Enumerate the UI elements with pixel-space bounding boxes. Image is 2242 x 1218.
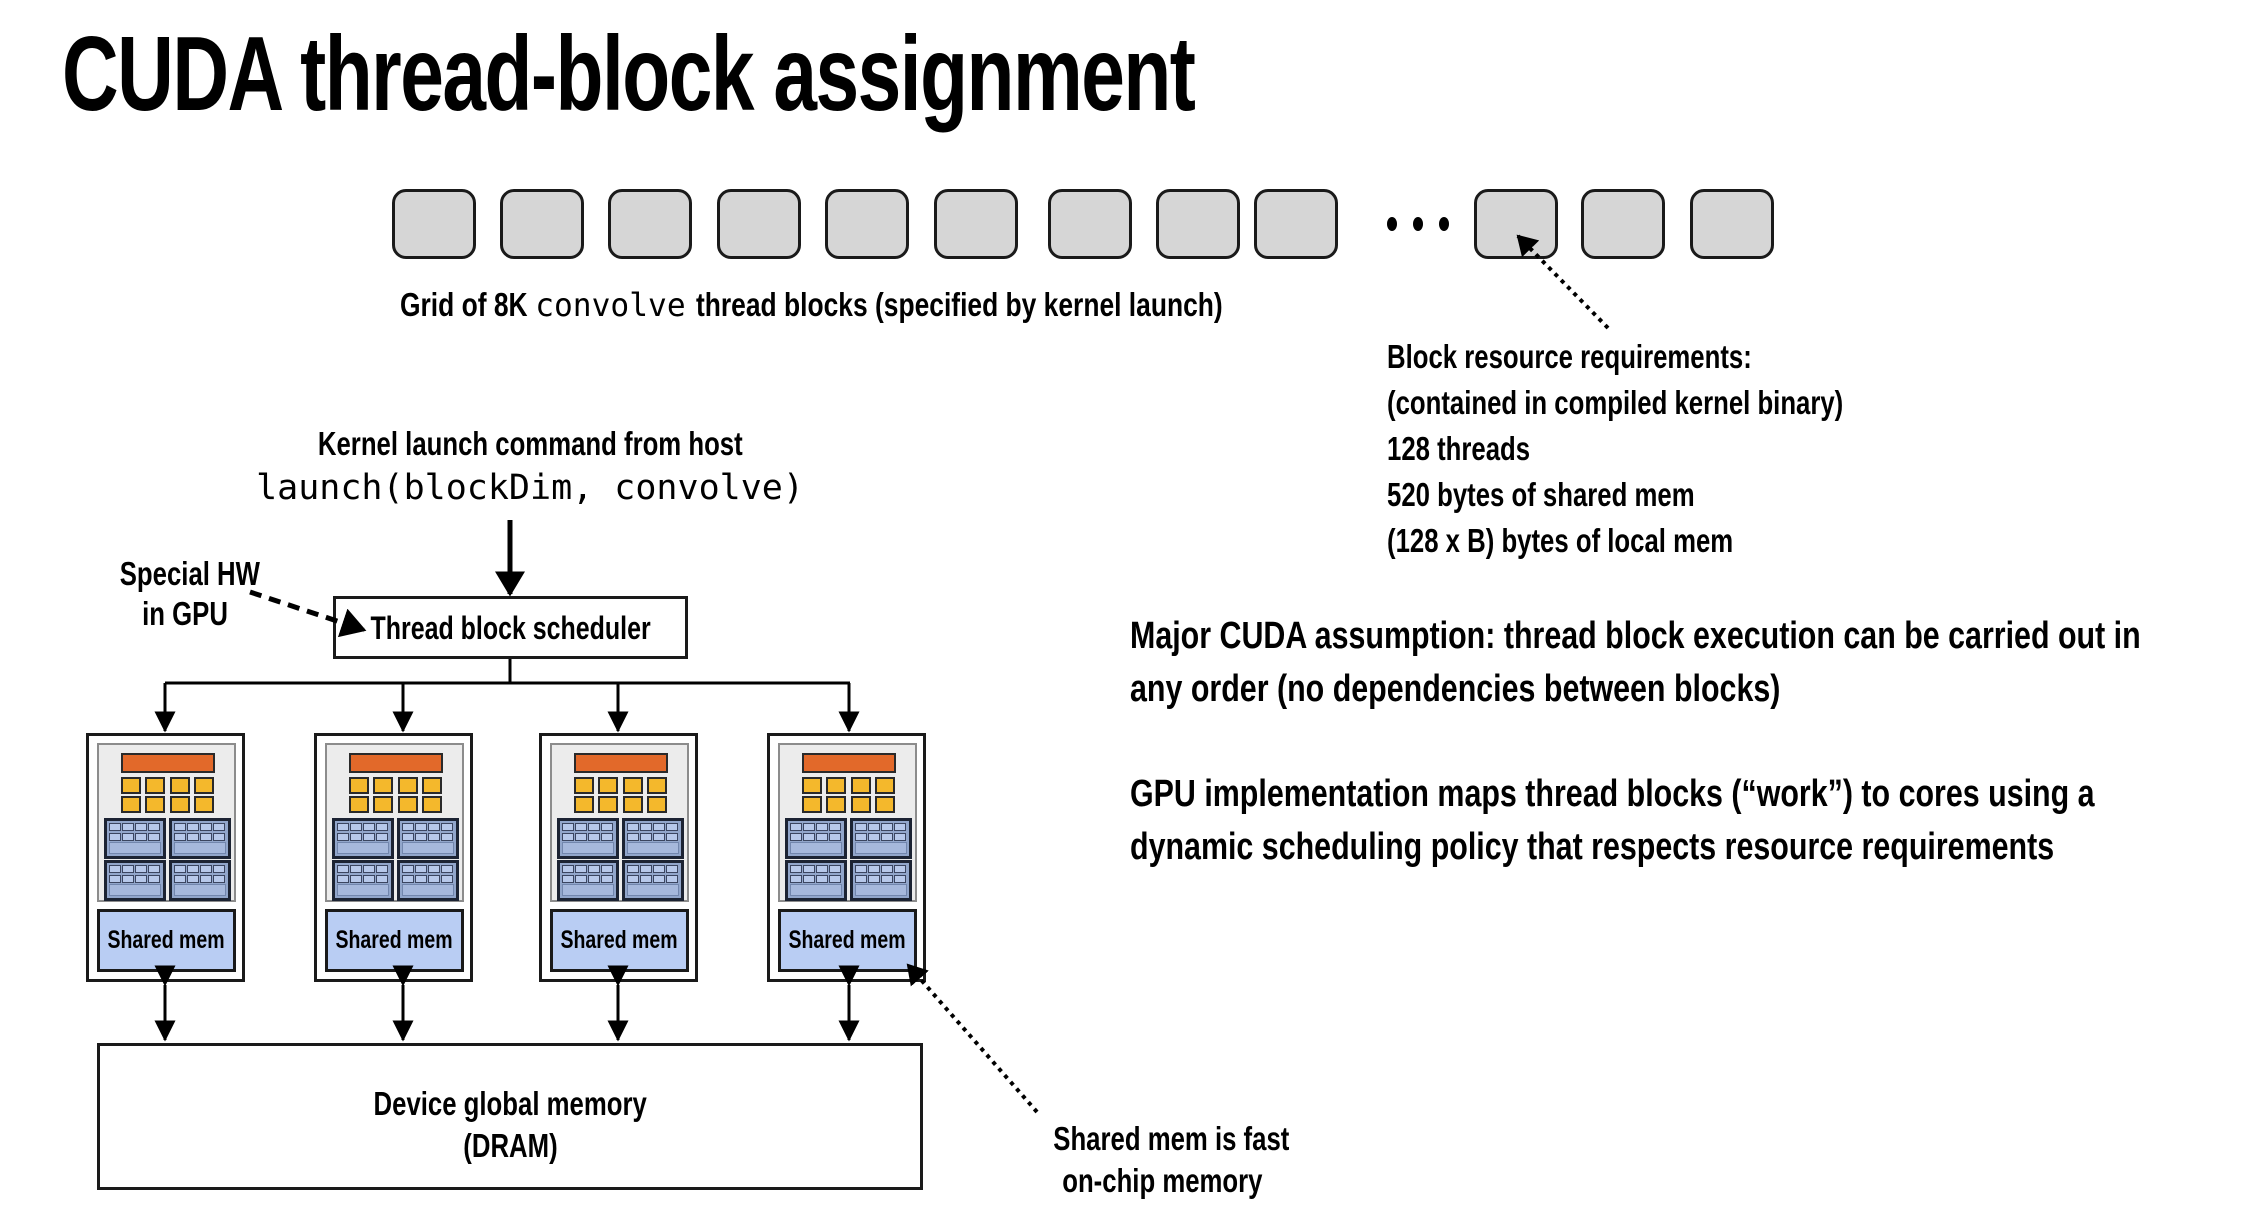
special-hw-arrow <box>249 589 367 638</box>
requirements-pointer-arrow <box>1516 234 1610 330</box>
connector-layer <box>154 234 1610 1042</box>
